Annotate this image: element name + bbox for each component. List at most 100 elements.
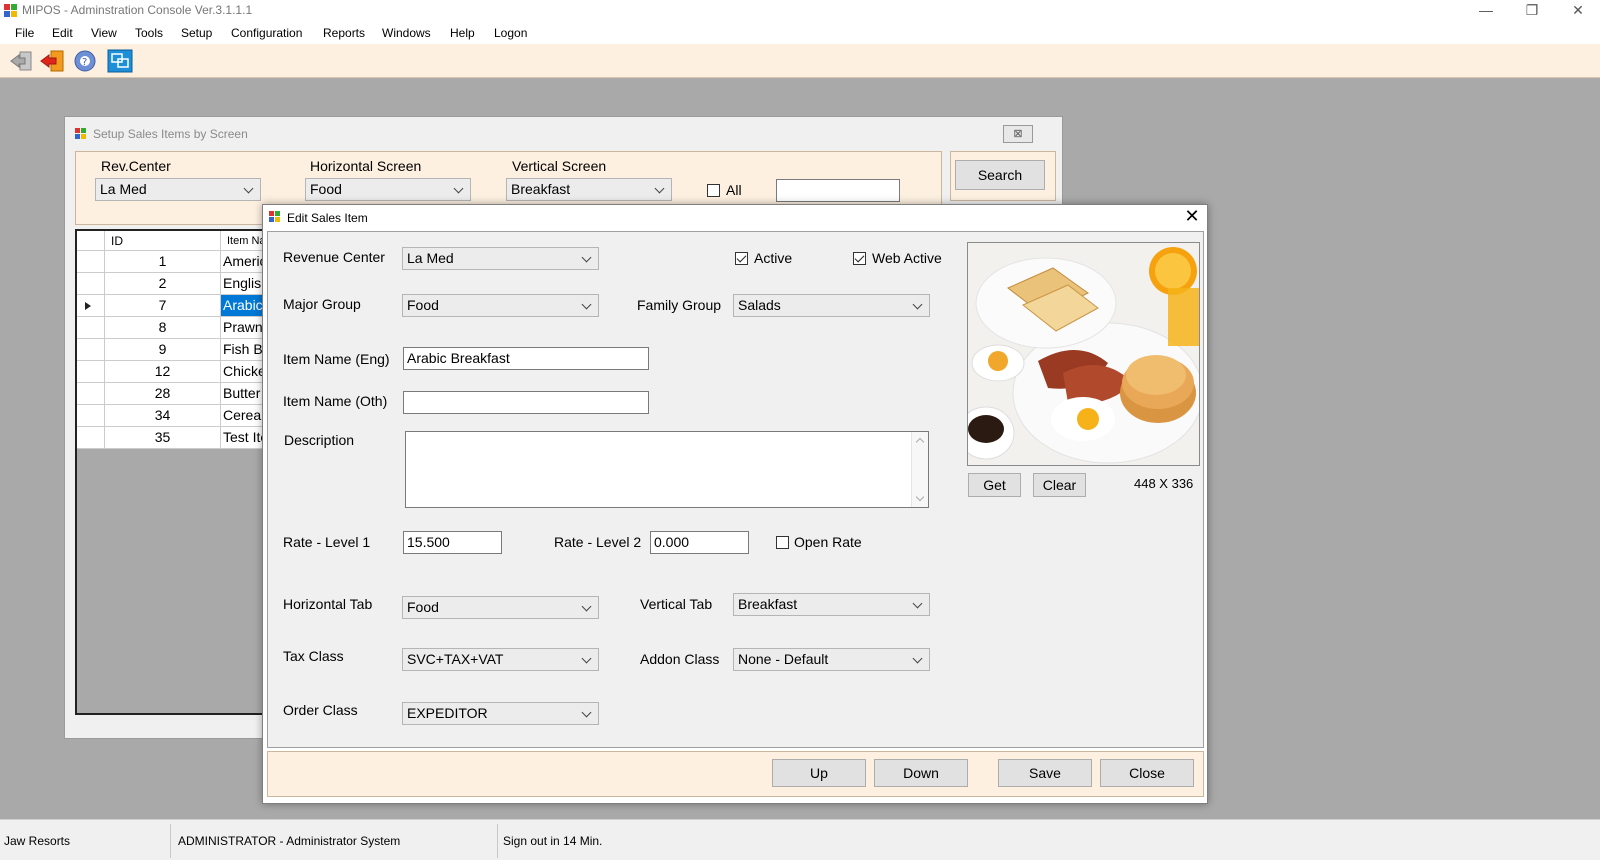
down-button[interactable]: Down: [874, 759, 968, 787]
window-switch-icon[interactable]: [107, 49, 133, 73]
cell-id: 1: [105, 251, 221, 273]
revenue-center-select[interactable]: La Med: [402, 247, 599, 270]
app-icon: [4, 4, 18, 18]
item-name-eng-input[interactable]: Arabic Breakfast: [403, 347, 649, 370]
table-row[interactable]: 34 Cereal: [77, 405, 263, 427]
menu-tools[interactable]: Tools: [135, 26, 163, 40]
cell-item-name: Test Ite: [221, 427, 263, 449]
save-button[interactable]: Save: [998, 759, 1092, 787]
menu-reports[interactable]: Reports: [323, 26, 365, 40]
menu-file[interactable]: File: [15, 26, 34, 40]
item-name-oth-input[interactable]: [403, 391, 649, 414]
rate-level2-input[interactable]: 0.000: [650, 531, 749, 554]
tax-class-select[interactable]: SVC+TAX+VAT: [402, 648, 599, 671]
scroll-up-icon[interactable]: [915, 437, 925, 447]
items-grid[interactable]: ID Item Na 1 Americ 2 English 7 Arabic 8…: [75, 229, 265, 715]
search-button[interactable]: Search: [955, 160, 1045, 190]
order-class-value: EXPEDITOR: [407, 705, 488, 721]
table-row[interactable]: 1 Americ: [77, 251, 263, 273]
row-header[interactable]: [77, 427, 105, 449]
menu-help[interactable]: Help: [450, 26, 475, 40]
scroll-down-icon[interactable]: [915, 492, 925, 502]
row-header[interactable]: [77, 405, 105, 427]
major-group-select[interactable]: Food: [402, 294, 599, 317]
menu-setup[interactable]: Setup: [181, 26, 212, 40]
all-label: All: [726, 182, 742, 198]
active-label: Active: [754, 250, 793, 266]
chevron-down-icon: [911, 295, 925, 316]
cell-id: 35: [105, 427, 221, 449]
menu-view[interactable]: View: [91, 26, 117, 40]
menu-edit[interactable]: Edit: [52, 26, 73, 40]
row-header[interactable]: [77, 361, 105, 383]
family-group-select[interactable]: Salads: [733, 294, 930, 317]
search-input[interactable]: [776, 179, 900, 202]
menu-logon[interactable]: Logon: [494, 26, 527, 40]
grid-header-id[interactable]: ID: [105, 231, 221, 251]
rate-level1-label: Rate - Level 1: [283, 534, 371, 550]
dialog-footer: Up Down Save Close: [267, 751, 1204, 797]
row-header[interactable]: [77, 317, 105, 339]
order-class-select[interactable]: EXPEDITOR: [402, 702, 599, 725]
row-header[interactable]: [77, 251, 105, 273]
rate-level1-input[interactable]: 15.500: [403, 531, 502, 554]
menu-configuration[interactable]: Configuration: [231, 26, 302, 40]
app-title-bar: MIPOS - Adminstration Console Ver.3.1.1.…: [0, 0, 1600, 22]
get-image-button[interactable]: Get: [968, 473, 1021, 497]
close-button[interactable]: Close: [1100, 759, 1194, 787]
rate-level2-label: Rate - Level 2: [554, 534, 642, 550]
close-icon[interactable]: ✕: [1181, 207, 1203, 227]
window-icon: [75, 128, 87, 140]
active-checkbox[interactable]: [735, 252, 748, 265]
vertical-screen-label: Vertical Screen: [512, 158, 607, 174]
up-button[interactable]: Up: [772, 759, 866, 787]
description-textarea[interactable]: [405, 431, 929, 508]
all-checkbox[interactable]: [707, 184, 720, 197]
open-rate-checkbox[interactable]: [776, 536, 789, 549]
help-icon[interactable]: ?: [72, 49, 98, 73]
horizontal-tab-select[interactable]: Food: [402, 596, 599, 619]
tax-class-label: Tax Class: [283, 648, 344, 664]
cell-item-name: Chicke: [221, 361, 263, 383]
chevron-down-icon: [242, 179, 256, 200]
logout-icon[interactable]: [40, 49, 66, 73]
close-app-button[interactable]: ✕: [1555, 0, 1600, 22]
row-header[interactable]: [77, 383, 105, 405]
table-row[interactable]: 2 English: [77, 273, 263, 295]
row-header[interactable]: [77, 295, 105, 317]
minimize-button[interactable]: —: [1463, 0, 1509, 22]
addon-class-select[interactable]: None - Default: [733, 648, 930, 671]
tax-class-value: SVC+TAX+VAT: [407, 651, 504, 667]
vertical-tab-select[interactable]: Breakfast: [733, 593, 930, 616]
chevron-down-icon: [580, 248, 594, 269]
table-row[interactable]: 8 Prawn: [77, 317, 263, 339]
close-window-button[interactable]: ⊠: [1003, 125, 1033, 143]
status-separator: [170, 824, 171, 858]
dialog-title: Edit Sales Item: [287, 211, 368, 225]
horizontal-tab-label: Horizontal Tab: [283, 596, 373, 612]
exit-icon[interactable]: [9, 49, 35, 73]
status-company: Jaw Resorts: [4, 834, 71, 848]
description-scrollbar[interactable]: [911, 432, 928, 507]
major-group-value: Food: [407, 297, 439, 313]
web-active-checkbox[interactable]: [853, 252, 866, 265]
menu-windows[interactable]: Windows: [382, 26, 431, 40]
cell-id: 8: [105, 317, 221, 339]
item-name-eng-label: Item Name (Eng): [283, 351, 390, 367]
horizontal-screen-value: Food: [310, 181, 342, 197]
item-image: [967, 242, 1200, 466]
table-row-selected[interactable]: 7 Arabic: [77, 295, 263, 317]
table-row[interactable]: 35 Test Ite: [77, 427, 263, 449]
table-row[interactable]: 9 Fish Bi: [77, 339, 263, 361]
vertical-screen-select[interactable]: Breakfast: [506, 178, 672, 201]
table-row[interactable]: 28 Butter M: [77, 383, 263, 405]
row-header[interactable]: [77, 339, 105, 361]
chevron-down-icon: [580, 649, 594, 670]
rev-center-select[interactable]: La Med: [95, 178, 261, 201]
restore-button[interactable]: ❐: [1509, 0, 1555, 22]
table-row[interactable]: 12 Chicke: [77, 361, 263, 383]
horizontal-screen-select[interactable]: Food: [305, 178, 471, 201]
grid-header-item-name[interactable]: Item Na: [221, 231, 263, 251]
row-header[interactable]: [77, 273, 105, 295]
clear-image-button[interactable]: Clear: [1033, 473, 1086, 497]
